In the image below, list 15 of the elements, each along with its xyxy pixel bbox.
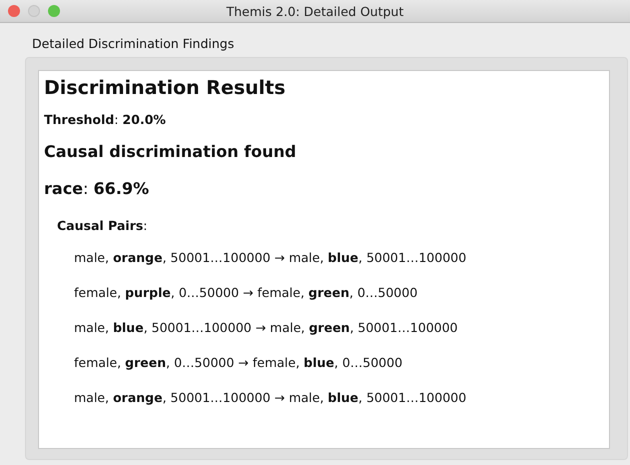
pairs-label: Causal Pairs:: [57, 218, 148, 233]
causal-pair: male, orange, 50001…100000 → male, blue, 50001…100000: [74, 250, 466, 265]
finding-heading: Causal discrimination found: [44, 142, 296, 161]
threshold-text: Threshold: 20.0%: [44, 112, 166, 127]
group-label: Detailed Discrimination Findings: [32, 36, 236, 51]
close-icon[interactable]: [8, 5, 20, 17]
zoom-icon[interactable]: [48, 5, 60, 17]
window-title: Themis 2.0: Detailed Output: [226, 4, 404, 18]
causal-pair: male, blue, 50001…100000 → male, green, 50001…100000: [74, 320, 458, 335]
causal-pair: female, green, 0…50000 → female, blue, 0…50000: [74, 355, 402, 370]
minimize-icon[interactable]: [28, 5, 40, 17]
attribute-score: race: 66.9%: [44, 179, 150, 198]
causal-pair: female, purple, 0…50000 → female, green, 0…50000: [74, 285, 418, 300]
results-heading: Discrimination Results: [44, 77, 286, 99]
causal-pair: male, orange, 50001…100000 → male, blue, 50001…100000: [74, 390, 466, 405]
